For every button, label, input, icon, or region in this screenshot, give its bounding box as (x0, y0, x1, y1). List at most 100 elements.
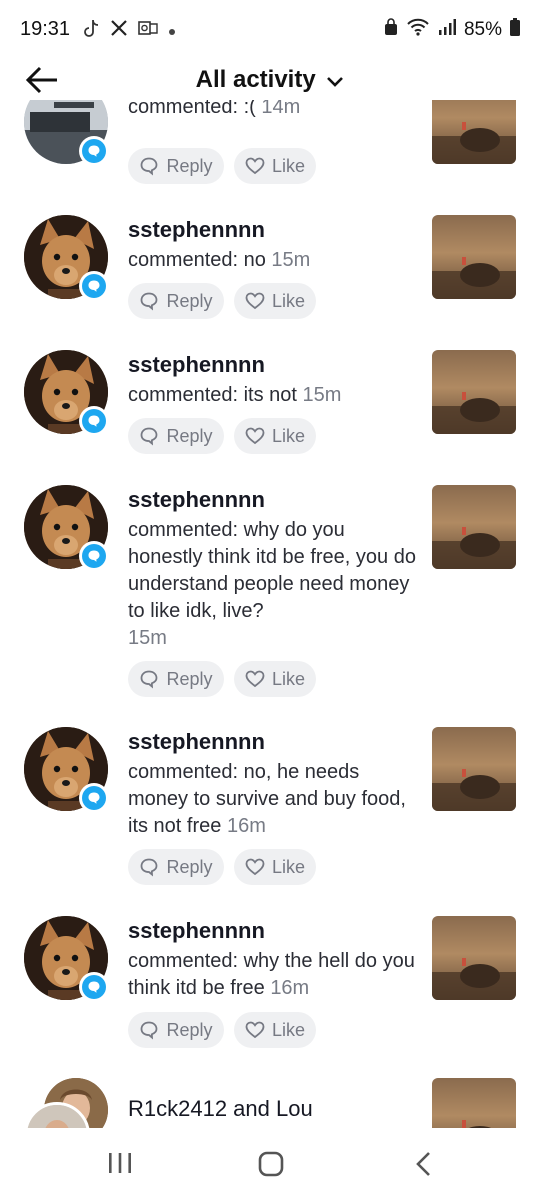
activity-item: sstephennnn commented: no 15m Reply Like (0, 215, 540, 340)
reply-bubble-icon (141, 292, 158, 311)
status-bar: 19:31 85% (0, 0, 540, 60)
comment-badge (79, 136, 109, 166)
username[interactable]: sstephennnn (128, 487, 265, 513)
video-thumbnail[interactable] (432, 350, 516, 434)
like-label: Like (271, 668, 306, 689)
reply-button[interactable]: Reply (128, 1012, 224, 1048)
comment-body: commented: :( (128, 100, 256, 118)
reply-bubble-icon (141, 858, 158, 877)
status-right: 85% (384, 18, 520, 42)
comment-text: commented: its not 15m (128, 382, 418, 409)
username[interactable]: R1ck2412 and Lou (128, 1096, 313, 1122)
like-button[interactable]: Like (234, 1012, 316, 1048)
video-thumbnail-image (432, 1078, 516, 1128)
activity-feed[interactable]: commented: :( 14m Reply Like sstephennnn… (0, 100, 540, 1128)
comment-bubble-icon (88, 415, 100, 427)
comment-badge (79, 271, 109, 301)
activity-item: R1ck2412 and Lou (0, 1078, 540, 1128)
comment-bubble-icon (88, 145, 100, 157)
video-thumbnail[interactable] (432, 215, 516, 299)
reply-label: Reply (166, 1019, 213, 1040)
reply-button[interactable]: Reply (128, 418, 224, 454)
recent-apps-button[interactable] (106, 1150, 134, 1181)
comment-time: 15m (302, 384, 342, 406)
comment-time: 14m (261, 100, 301, 118)
comment-body: commented: no (128, 249, 266, 271)
wifi-icon (406, 18, 430, 42)
like-button[interactable]: Like (234, 283, 316, 319)
activity-item: sstephennnn commented: its not 15m Reply… (0, 350, 540, 475)
comment-badge (79, 783, 109, 813)
comment-time: 16m (270, 977, 310, 999)
video-thumbnail-image (432, 100, 516, 164)
comment-bubble-icon (88, 792, 100, 804)
video-thumbnail[interactable] (432, 100, 516, 164)
comment-bubble-icon (88, 280, 100, 292)
comment-time: 15m (128, 627, 167, 649)
battery-icon (510, 18, 520, 42)
reply-button[interactable]: Reply (128, 148, 224, 184)
outlook-icon (138, 19, 158, 42)
like-button[interactable]: Like (234, 418, 316, 454)
recent-apps-icon (109, 1153, 131, 1173)
comment-bubble-icon (88, 981, 100, 993)
like-label: Like (271, 290, 306, 311)
username[interactable]: sstephennnn (128, 729, 265, 755)
page-title: All activity (195, 66, 316, 93)
comment-body: commented: its not (128, 384, 297, 406)
video-thumbnail-image (432, 727, 516, 811)
battery-text: 85% (463, 19, 502, 40)
activity-item: commented: :( 14m Reply Like (0, 100, 540, 210)
heart-icon (245, 427, 265, 445)
like-button[interactable]: Like (234, 849, 316, 885)
reply-label: Reply (166, 290, 213, 311)
activity-filter-dropdown[interactable]: All activity (0, 66, 540, 95)
video-thumbnail[interactable] (432, 727, 516, 811)
reply-label: Reply (166, 425, 213, 446)
reply-label: Reply (166, 668, 213, 689)
username[interactable]: sstephennnn (128, 918, 265, 944)
back-chevron-icon (416, 1152, 430, 1176)
reply-bubble-icon (141, 427, 158, 446)
comment-text: commented: why the hell do you think itd… (128, 948, 418, 1002)
status-time: 19:31 (20, 18, 71, 40)
username[interactable]: sstephennnn (128, 352, 265, 378)
video-thumbnail-image (432, 916, 516, 1000)
heart-icon (245, 670, 265, 688)
reply-button[interactable]: Reply (128, 283, 224, 319)
like-button[interactable]: Like (234, 148, 316, 184)
comment-text: commented: why do you honestly think itd… (128, 517, 418, 652)
home-button[interactable] (257, 1150, 285, 1183)
like-button[interactable]: Like (234, 661, 316, 697)
heart-icon (245, 1021, 265, 1039)
notification-icons (82, 18, 176, 43)
chevron-down-icon (326, 67, 344, 95)
like-label: Like (271, 856, 306, 877)
activity-item: sstephennnn commented: why do you honest… (0, 485, 540, 715)
signal-icon (438, 19, 456, 41)
tiktok-icon (82, 18, 100, 43)
system-back-button[interactable] (410, 1150, 438, 1183)
like-label: Like (271, 425, 306, 446)
video-thumbnail[interactable] (432, 1078, 516, 1128)
video-thumbnail-image (432, 485, 516, 569)
reply-button[interactable]: Reply (128, 849, 224, 885)
reply-bubble-icon (141, 1021, 158, 1040)
activity-item: sstephennnn commented: why the hell do y… (0, 916, 540, 1066)
comment-badge (79, 406, 109, 436)
reply-button[interactable]: Reply (128, 661, 224, 697)
comment-time: 16m (226, 815, 266, 837)
more-dot-icon (168, 20, 176, 41)
comment-badge (79, 972, 109, 1002)
vpn-lock-icon (384, 18, 398, 42)
heart-icon (245, 292, 265, 310)
video-thumbnail[interactable] (432, 485, 516, 569)
video-thumbnail[interactable] (432, 916, 516, 1000)
video-thumbnail-image (432, 350, 516, 434)
comment-text: commented: no, he needs money to survive… (128, 759, 418, 840)
comment-body: commented: no, he needs money to survive… (128, 761, 406, 837)
username[interactable]: sstephennnn (128, 217, 265, 243)
header-bar: All activity (0, 60, 540, 100)
comment-time: 15m (271, 249, 311, 271)
x-icon (110, 19, 128, 42)
